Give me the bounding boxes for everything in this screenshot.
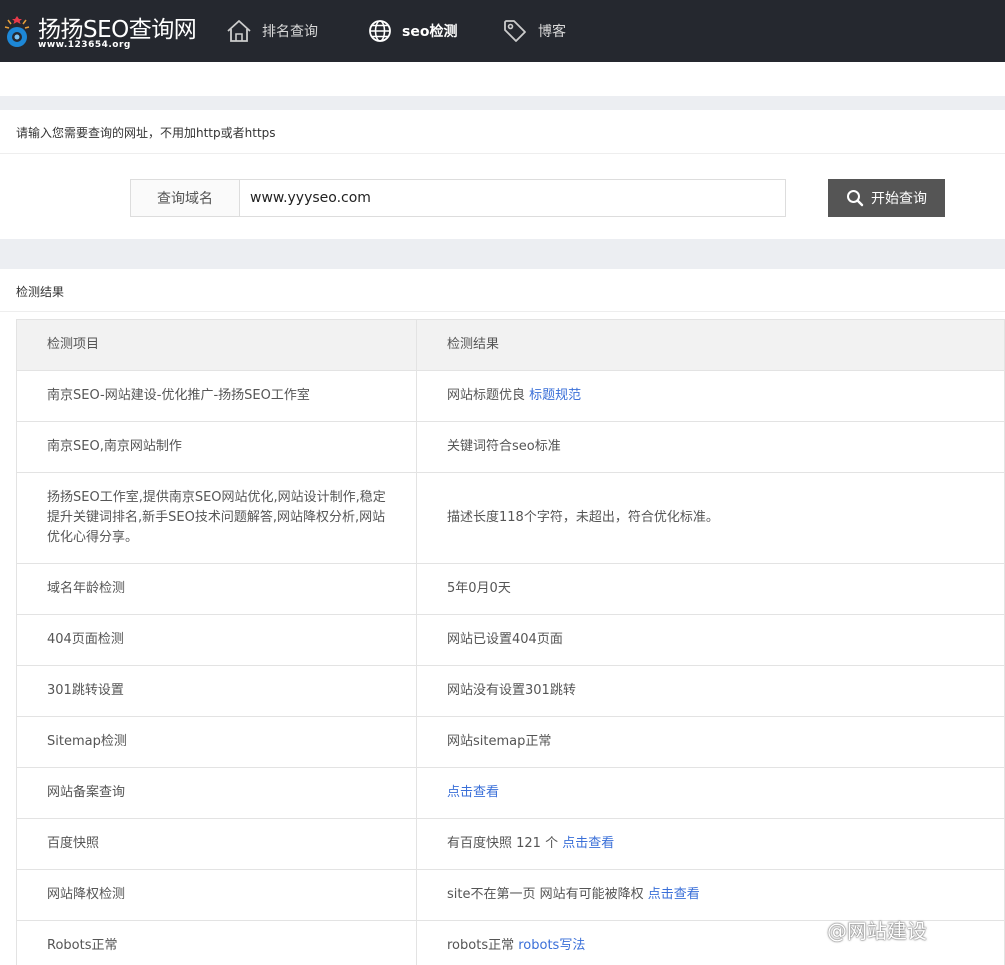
nav-item-label: 博客 — [538, 24, 566, 40]
globe-icon — [369, 20, 391, 42]
cell-check-result: site不在第一页 网站有可能被降权 点击查看 — [416, 869, 1005, 921]
result-text: 有百度快照 121 个 — [447, 836, 563, 851]
cell-check-result: 关键词符合seo标准 — [416, 421, 1005, 473]
domain-input[interactable] — [239, 179, 786, 217]
result-text: 描述长度118个字符，未超出，符合优化标准。 — [447, 510, 719, 525]
result-text: 网站已设置404页面 — [447, 632, 563, 647]
cell-check-item: 南京SEO-网站建设-优化推广-扬扬SEO工作室 — [16, 370, 417, 422]
table-row: 网站降权检测 site不在第一页 网站有可能被降权 点击查看 — [16, 869, 1005, 921]
tag-icon — [504, 20, 526, 42]
result-text: 网站没有设置301跳转 — [447, 683, 576, 698]
result-link[interactable]: 点击查看 — [562, 836, 614, 851]
table-row: 百度快照 有百度快照 121 个 点击查看 — [16, 818, 1005, 870]
cell-check-item: 百度快照 — [16, 818, 417, 870]
logo-mark-icon — [4, 16, 30, 47]
table-row: 404页面检测 网站已设置404页面 — [16, 614, 1005, 666]
cell-check-result: 5年0月0天 — [416, 563, 1005, 615]
cell-check-item: 网站降权检测 — [16, 869, 417, 921]
cell-check-item: 南京SEO,南京网站制作 — [16, 421, 417, 473]
cell-check-item: 域名年龄检测 — [16, 563, 417, 615]
table-row: 301跳转设置 网站没有设置301跳转 — [16, 665, 1005, 717]
site-logo[interactable]: 扬扬SEO查询网 www.123654.org — [2, 6, 202, 56]
table-row: 南京SEO-网站建设-优化推广-扬扬SEO工作室 网站标题优良 标题规范 — [16, 370, 1005, 422]
watermark: @网站建设 — [827, 915, 927, 944]
result-link[interactable]: 点击查看 — [447, 785, 499, 800]
cell-check-item: Robots正常 — [16, 920, 417, 965]
section-separator — [0, 239, 1005, 269]
result-text: site不在第一页 网站有可能被降权 — [447, 887, 648, 902]
divider — [0, 153, 1005, 154]
nav-item-rank-query[interactable]: 排名查询 — [226, 0, 318, 62]
cell-check-result: 网站标题优良 标题规范 — [416, 370, 1005, 422]
result-link[interactable]: 点击查看 — [648, 887, 700, 902]
cell-check-item: Sitemap检测 — [16, 716, 417, 768]
watermark-text: @网站建设 — [827, 919, 927, 943]
cell-check-item: 404页面检测 — [16, 614, 417, 666]
results-heading: 检测结果 — [16, 285, 65, 299]
logo-title: 扬扬SEO查询网 — [38, 17, 197, 43]
result-link[interactable]: robots写法 — [518, 938, 585, 953]
cell-check-result: 描述长度118个字符，未超出，符合优化标准。 — [416, 472, 1005, 564]
nav-item-label: seo检测 — [402, 24, 458, 40]
result-text: 网站标题优良 — [447, 388, 530, 403]
result-text: 网站sitemap正常 — [447, 734, 552, 749]
results-body: 南京SEO-网站建设-优化推广-扬扬SEO工作室 网站标题优良 标题规范 南京SEO… — [16, 370, 1005, 965]
result-text: 5年0月0天 — [447, 581, 511, 596]
cell-check-result: 网站没有设置301跳转 — [416, 665, 1005, 717]
cell-check-result: 网站已设置404页面 — [416, 614, 1005, 666]
search-icon — [847, 190, 864, 207]
cell-check-item: 扬扬SEO工作室,提供南京SEO网站优化,网站设计制作,稳定提升关键词排名,新手… — [16, 472, 417, 564]
logo-subtitle: www.123654.org — [38, 40, 131, 50]
result-text: 关键词符合seo标准 — [447, 439, 561, 454]
cell-check-item: 301跳转设置 — [16, 665, 417, 717]
cell-check-result: 网站sitemap正常 — [416, 716, 1005, 768]
nav-item-seo-check[interactable]: seo检测 — [368, 0, 457, 62]
start-query-label: 开始查询 — [871, 191, 927, 207]
table-row: 域名年龄检测 5年0月0天 — [16, 563, 1005, 615]
cell-check-item: 网站备案查询 — [16, 767, 417, 819]
home-icon — [227, 20, 251, 42]
column-header-item: 检测项目 — [16, 319, 417, 371]
result-link[interactable]: 标题规范 — [529, 388, 581, 403]
nav-item-label: 排名查询 — [262, 24, 318, 40]
domain-label: 查询域名 — [130, 179, 240, 217]
table-row: 网站备案查询 点击查看 — [16, 767, 1005, 819]
section-separator — [0, 96, 1005, 110]
result-text: robots正常 — [447, 938, 519, 953]
divider — [0, 311, 1005, 312]
top-nav-bar: 扬扬SEO查询网 www.123654.org 排名查询 seo检测 博客 — [0, 0, 1005, 62]
column-header-result: 检测结果 — [416, 319, 1005, 371]
query-instruction: 请输入您需要查询的网址，不用加http或者https — [16, 126, 276, 140]
results-table: 检测项目 检测结果 南京SEO-网站建设-优化推广-扬扬SEO工作室 网站标题优良… — [16, 319, 1005, 965]
nav-item-blog[interactable]: 博客 — [502, 0, 566, 62]
table-header-row: 检测项目 检测结果 — [16, 319, 1005, 371]
start-query-button[interactable]: 开始查询 — [828, 179, 945, 217]
cell-check-result: 有百度快照 121 个 点击查看 — [416, 818, 1005, 870]
table-row: 南京SEO,南京网站制作 关键词符合seo标准 — [16, 421, 1005, 473]
cell-check-result: 点击查看 — [416, 767, 1005, 819]
table-row: Sitemap检测 网站sitemap正常 — [16, 716, 1005, 768]
table-row: 扬扬SEO工作室,提供南京SEO网站优化,网站设计制作,稳定提升关键词排名,新手… — [16, 472, 1005, 564]
